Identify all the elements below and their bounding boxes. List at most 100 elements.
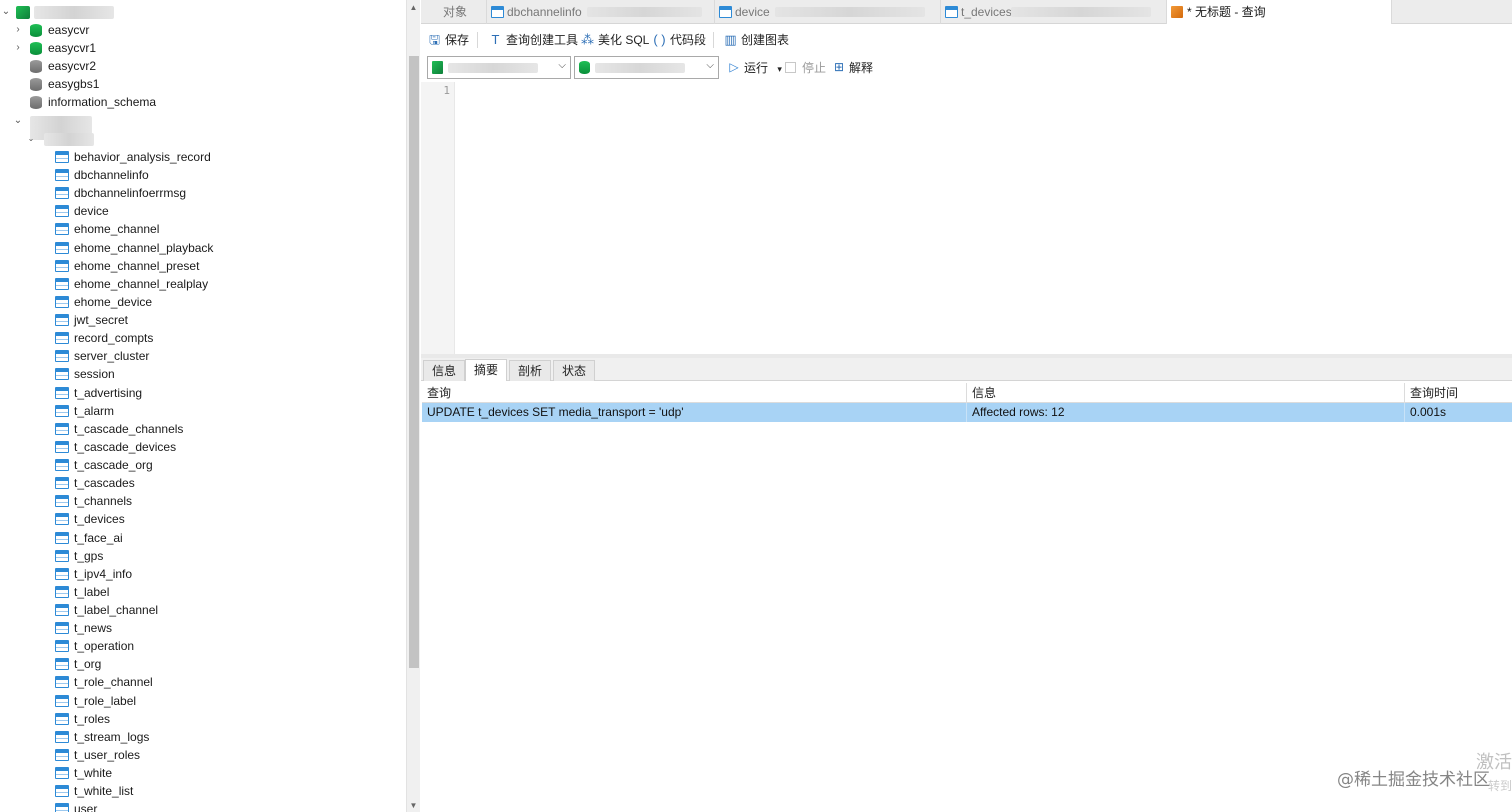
- connection-row[interactable]: ⌄: [0, 3, 400, 21]
- database-row[interactable]: › easycvr: [0, 21, 400, 39]
- table-row[interactable]: ehome_channel_preset: [0, 257, 400, 275]
- table-row[interactable]: dbchannelinfoerrmsg: [0, 184, 400, 202]
- expanded-database-row[interactable]: ⌄: [0, 112, 400, 140]
- tab-objects-label: 对象: [443, 5, 468, 19]
- connection-select[interactable]: ⌵: [427, 56, 571, 79]
- create-chart-button[interactable]: ▥ 创建图表: [723, 30, 789, 50]
- tab-status[interactable]: 状态: [553, 360, 596, 381]
- tab-t-devices[interactable]: t_devices: [941, 0, 1167, 24]
- table-icon: [55, 658, 69, 670]
- table-cell-query[interactable]: UPDATE t_devices SET media_transport = '…: [422, 403, 967, 422]
- sql-editor[interactable]: 1: [421, 82, 1512, 354]
- tables-caret-icon[interactable]: ⌄: [26, 130, 36, 148]
- scrollbar-thumb[interactable]: [409, 56, 419, 668]
- tab-profile[interactable]: 剖析: [509, 360, 552, 381]
- table-row[interactable]: behavior_analysis_record: [0, 148, 400, 166]
- table-label: ehome_channel_realplay: [74, 277, 209, 291]
- table-row[interactable]: jwt_secret: [0, 311, 400, 329]
- table-row[interactable]: t_cascade_devices: [0, 438, 400, 456]
- table-row[interactable]: t_face_ai: [0, 529, 400, 547]
- table-row[interactable]: t_role_label: [0, 692, 400, 710]
- table-row[interactable]: t_operation: [0, 637, 400, 655]
- table-label: t_org: [74, 657, 102, 671]
- column-header-query-time[interactable]: 查询时间: [1405, 383, 1512, 403]
- table-row[interactable]: t_alarm: [0, 402, 400, 420]
- table-cell-info[interactable]: Affected rows: 12: [967, 403, 1405, 422]
- expand-caret-icon[interactable]: ›: [13, 21, 23, 39]
- table-row[interactable]: t_channels: [0, 492, 400, 510]
- query-builder-button[interactable]: T 查询创建工具: [488, 30, 579, 50]
- connection-icon: [432, 61, 443, 74]
- table-icon: [55, 532, 69, 544]
- table-row[interactable]: t_cascade_org: [0, 456, 400, 474]
- tab-summary[interactable]: 摘要: [465, 359, 508, 381]
- database-row[interactable]: › easycvr1: [0, 39, 400, 57]
- table-row[interactable]: ehome_channel: [0, 220, 400, 238]
- table-row[interactable]: t_org: [0, 655, 400, 673]
- table-row[interactable]: t_advertising: [0, 384, 400, 402]
- database-row[interactable]: information_schema: [0, 93, 400, 111]
- stop-button[interactable]: 停止: [785, 59, 826, 77]
- column-header-info[interactable]: 信息: [967, 383, 1405, 403]
- tab-query-untitled[interactable]: * 无标题 - 查询: [1167, 0, 1392, 24]
- table-icon: [55, 314, 69, 326]
- table-row[interactable]: t_label: [0, 583, 400, 601]
- table-row[interactable]: t_roles: [0, 710, 400, 728]
- scroll-up-icon[interactable]: ▲: [407, 2, 420, 14]
- database-row[interactable]: easygbs1: [0, 75, 400, 93]
- save-button[interactable]: 🖫 保存: [427, 30, 469, 50]
- tables-group-row[interactable]: ⌄: [0, 130, 200, 148]
- tab-info[interactable]: 信息: [423, 360, 466, 381]
- header-label: 查询时间: [1410, 386, 1459, 400]
- tab-dbchannelinfo[interactable]: dbchannelinfo: [487, 0, 715, 24]
- table-row[interactable]: dbchannelinfo: [0, 166, 400, 184]
- table-row[interactable]: t_stream_logs: [0, 728, 400, 746]
- table-row[interactable]: ehome_device: [0, 293, 400, 311]
- table-row[interactable]: t_news: [0, 619, 400, 637]
- table-icon: [945, 6, 958, 18]
- code-snippet-button[interactable]: ( ) 代码段: [652, 30, 706, 50]
- column-header-query[interactable]: 查询: [422, 383, 967, 403]
- table-icon: [55, 695, 69, 707]
- table-row[interactable]: t_white: [0, 764, 400, 782]
- explain-button[interactable]: ⊞ 解释: [832, 59, 873, 77]
- table-row[interactable]: session: [0, 365, 400, 383]
- table-cell-query-time[interactable]: 0.001s: [1405, 403, 1512, 422]
- table-row[interactable]: t_devices: [0, 510, 400, 528]
- table-row[interactable]: device: [0, 202, 400, 220]
- table-label: dbchannelinfoerrmsg: [74, 186, 187, 200]
- table-row[interactable]: t_cascades: [0, 474, 400, 492]
- database-icon: [30, 78, 42, 91]
- tab-info-label: 信息: [432, 364, 457, 378]
- tab-device[interactable]: device: [715, 0, 941, 24]
- tab-label: t_devices: [961, 5, 1012, 19]
- tab-label: device: [735, 5, 770, 19]
- run-button[interactable]: ▷ 运行 ▾: [727, 59, 782, 77]
- tab-summary-label: 摘要: [474, 363, 499, 377]
- table-row[interactable]: ehome_channel_playback: [0, 239, 400, 257]
- expand-caret-icon[interactable]: ›: [13, 39, 23, 57]
- scroll-down-icon[interactable]: ▼: [407, 800, 420, 812]
- table-icon: [55, 368, 69, 380]
- database-row[interactable]: easycvr2: [0, 57, 400, 75]
- table-row[interactable]: t_cascade_channels: [0, 420, 400, 438]
- table-row[interactable]: user: [0, 800, 400, 812]
- table-row[interactable]: t_ipv4_info: [0, 565, 400, 583]
- table-row[interactable]: t_user_roles: [0, 746, 400, 764]
- table-row[interactable]: t_label_channel: [0, 601, 400, 619]
- chevron-down-icon[interactable]: ⌵: [558, 60, 566, 71]
- table-row[interactable]: t_white_list: [0, 782, 400, 800]
- tab-objects[interactable]: 对象: [421, 0, 487, 24]
- table-row[interactable]: ehome_channel_realplay: [0, 275, 400, 293]
- table-row[interactable]: server_cluster: [0, 347, 400, 365]
- navigator-scrollbar[interactable]: ▲ ▼: [406, 0, 420, 812]
- beautify-sql-button[interactable]: ⁂ 美化 SQL: [580, 30, 649, 50]
- collapse-caret-icon[interactable]: ⌄: [13, 112, 23, 130]
- chevron-down-icon[interactable]: ⌵: [706, 60, 714, 71]
- table-row[interactable]: record_compts: [0, 329, 400, 347]
- table-row[interactable]: t_role_channel: [0, 673, 400, 691]
- table-row[interactable]: t_gps: [0, 547, 400, 565]
- run-dropdown-icon[interactable]: ▾: [777, 64, 782, 74]
- expand-caret-icon[interactable]: ⌄: [1, 3, 11, 21]
- database-select[interactable]: ⌵: [574, 56, 719, 79]
